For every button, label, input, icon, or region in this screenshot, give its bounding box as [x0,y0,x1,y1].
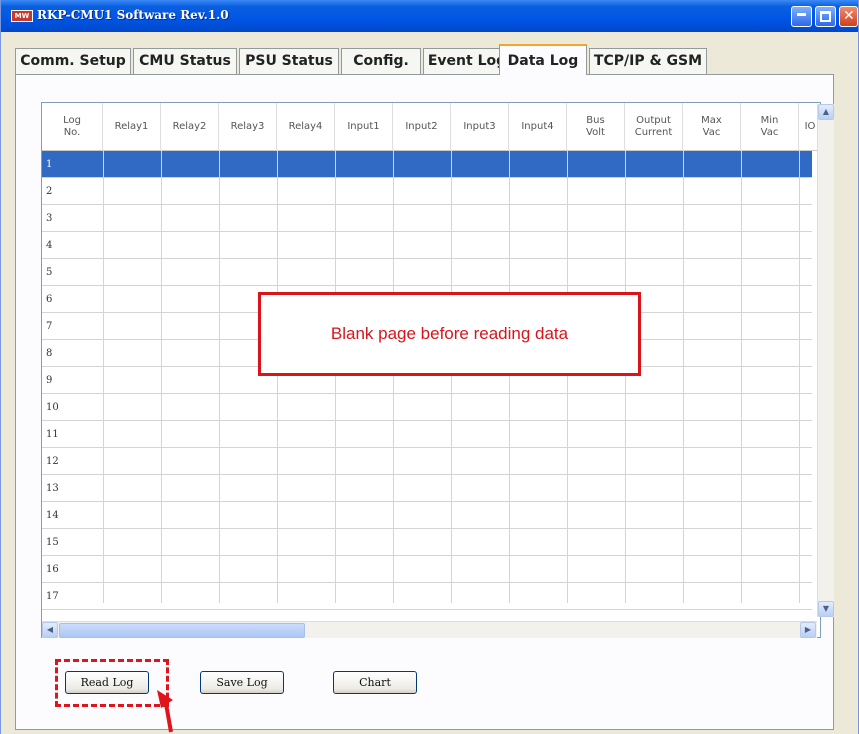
column-divider [509,151,510,603]
tab-tcpip-gsm[interactable]: TCP/IP & GSM [589,48,707,74]
vertical-scrollbar[interactable]: ▲ ▼ [817,104,834,617]
column-divider [335,151,336,603]
column-divider [625,151,626,603]
table-row[interactable]: 16 [42,556,812,583]
row-number: 13 [46,483,59,494]
table-row[interactable]: 1 [42,151,812,178]
column-header[interactable]: Output Current [625,103,683,151]
column-divider [277,151,278,603]
column-header[interactable]: Relay1 [103,103,161,151]
horizontal-scroll-thumb[interactable] [59,623,305,638]
row-number: 8 [46,348,53,359]
column-divider [103,151,104,603]
row-number: 9 [46,375,53,386]
table-row[interactable]: 15 [42,529,812,556]
column-header[interactable]: Input4 [509,103,567,151]
row-number: 17 [46,591,59,602]
tab-data-log[interactable]: Data Log [499,44,587,75]
scroll-up-button[interactable]: ▲ [818,104,834,120]
grid-header: Log No. Relay1 Relay2 Relay3 Relay4 Inpu… [42,103,820,151]
column-header[interactable]: Relay4 [277,103,335,151]
column-divider [683,151,684,603]
row-number: 2 [46,186,53,197]
scroll-right-button[interactable]: ▶ [800,622,816,638]
table-row[interactable]: 13 [42,475,812,502]
table-row[interactable]: 10 [42,394,812,421]
minimize-button[interactable] [791,6,812,27]
row-number: 7 [46,321,53,332]
maximize-icon [820,11,831,22]
column-divider [219,151,220,603]
row-number: 16 [46,564,59,575]
minimize-icon [797,13,806,16]
annotation-arrow-icon [157,690,173,733]
row-number: 10 [46,402,59,413]
table-row[interactable]: 3 [42,205,812,232]
column-divider [161,151,162,603]
annotation-callout: Blank page before reading data [258,292,641,376]
table-row[interactable]: 12 [42,448,812,475]
row-number: 4 [46,240,53,251]
tab-config[interactable]: Config. [341,48,421,74]
row-number: 14 [46,510,59,521]
column-header[interactable]: Min Vac [741,103,799,151]
row-number: 15 [46,537,59,548]
column-divider [393,151,394,603]
table-row[interactable]: 4 [42,232,812,259]
save-log-button[interactable]: Save Log [200,671,284,694]
column-header[interactable]: Relay2 [161,103,219,151]
title-bar[interactable]: MW RKP-CMU1 Software Rev.1.0 ✕ [1,0,858,32]
row-number: 12 [46,456,59,467]
table-row[interactable]: 5 [42,259,812,286]
close-icon: ✕ [843,8,855,24]
column-header[interactable]: Input3 [451,103,509,151]
column-divider [741,151,742,603]
column-header[interactable]: Log No. [42,103,103,151]
column-divider [567,151,568,603]
column-divider [451,151,452,603]
row-number: 5 [46,267,53,278]
row-number: 11 [46,429,59,440]
table-row[interactable]: 2 [42,178,812,205]
table-row[interactable]: 11 [42,421,812,448]
maximize-button[interactable] [815,6,836,27]
window-title: RKP-CMU1 Software Rev.1.0 [37,8,229,22]
row-number: 6 [46,294,53,305]
column-divider [799,151,800,603]
column-header[interactable]: Input2 [393,103,451,151]
table-row[interactable]: 17 [42,583,812,610]
tab-event-log[interactable]: Event Log [423,48,511,74]
row-number: 3 [46,213,53,224]
scroll-left-button[interactable]: ◀ [42,622,58,638]
app-window: MW RKP-CMU1 Software Rev.1.0 ✕ Comm. Set… [0,0,859,734]
row-number: 1 [46,159,53,170]
table-row[interactable]: 14 [42,502,812,529]
chart-button[interactable]: Chart [333,671,417,694]
column-header[interactable]: Input1 [335,103,393,151]
horizontal-scrollbar[interactable]: ◀ ▶ [42,621,817,638]
tab-psu-status[interactable]: PSU Status [239,48,339,74]
close-button[interactable]: ✕ [839,6,858,27]
column-header[interactable]: Max Vac [683,103,741,151]
tab-cmu-status[interactable]: CMU Status [133,48,237,74]
app-logo-icon: MW [11,10,33,22]
column-header[interactable]: Relay3 [219,103,277,151]
tab-comm-setup[interactable]: Comm. Setup [15,48,131,74]
scroll-down-button[interactable]: ▼ [818,601,834,617]
column-header[interactable]: Bus Volt [567,103,625,151]
